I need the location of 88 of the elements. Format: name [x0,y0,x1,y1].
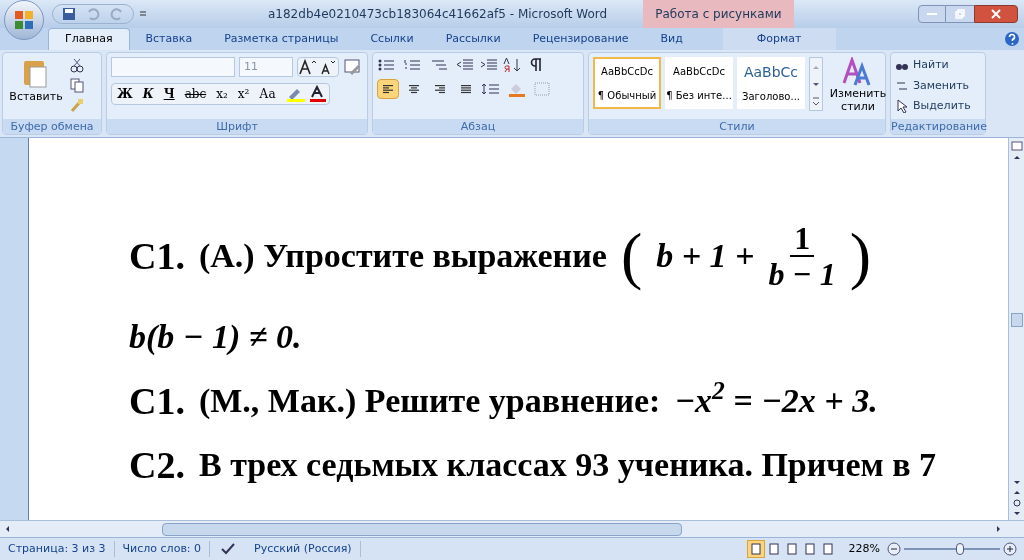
office-button[interactable] [4,0,44,40]
ribbon-tab[interactable]: Вид [644,28,699,50]
style-tile[interactable]: AaBbCcDc ¶ Без инте... [665,57,733,109]
browse-object-icon[interactable] [1011,498,1022,508]
font-name-field[interactable] [111,57,235,77]
style-tile[interactable]: AaBbCcDc ¶ Обычный [593,57,661,109]
problem-text: В трех седьмых классах 93 ученика. Причем в 7 [198,445,937,485]
ribbon-tab[interactable]: Вставка [129,28,209,50]
problem-text: (А.) Упростите выражение [198,236,607,276]
problem-text: (М., Мак.) Решите уравнение: [198,381,661,421]
select-button[interactable]: Выделить [895,98,971,115]
ribbon-tab[interactable]: Формат [722,28,836,50]
format-button[interactable]: Аа [254,84,281,104]
zoom-in-icon[interactable] [1002,541,1018,557]
change-styles-button[interactable]: Изменить стили [827,57,889,113]
group-label: Шрифт [107,119,367,134]
ribbon-tab[interactable]: Разметка страницы [208,28,355,50]
page-icon [750,543,761,555]
language-status[interactable]: Русский (Россия) [246,540,361,558]
zoom-out-icon[interactable] [886,541,902,557]
group-label: Абзац [373,119,583,134]
shrink-font-icon[interactable] [318,58,338,76]
style-tile[interactable]: AaBbCc Заголово... [737,57,805,109]
eraser-icon[interactable] [343,58,363,76]
zoom-slider[interactable] [904,543,1000,555]
close-button[interactable] [974,5,1018,23]
ruler-icon[interactable] [1010,140,1023,152]
logo-icon [14,10,34,30]
horizontal-scrollbar[interactable] [0,520,1024,537]
ribbon-tab[interactable]: Рецензирование [516,28,645,50]
problem-number: С1. [129,235,185,277]
parenthesis: ) [849,219,872,293]
brush-icon[interactable] [69,97,85,113]
math-expression: b + 1 + [656,236,755,276]
group-label: Стили [589,119,885,134]
sort-icon[interactable] [503,57,523,73]
math-expression: −x$^{2}$ = −2x + 3. [674,380,878,421]
page-count[interactable]: Страница: 3 из 3 [0,540,115,558]
context-group-title: Работа с рисунками [643,0,794,28]
math-expression: b(b − 1) ≠ 0. [129,317,302,357]
ribbon-tab[interactable]: Ссылки [354,28,430,50]
paste-button[interactable]: Вставить [7,57,65,119]
grow-font-icon[interactable] [298,58,318,76]
page-icon [804,543,815,555]
scroll-thumb[interactable] [162,522,682,536]
align-icon [434,84,446,94]
word-count[interactable]: Число слов: 0 [114,540,211,558]
proofing-icon[interactable] [220,541,237,557]
zoom-thumb[interactable] [955,543,964,555]
group-label: Редактирование [891,119,985,134]
window-title: a182db4e0210473cb183064c41662af5 - Microsoft Word [268,6,608,23]
vertical-scrollbar[interactable] [1008,138,1024,520]
format-button[interactable]: Ж [112,84,138,104]
decrease-indent-icon[interactable] [455,57,475,73]
cursor-icon [895,99,909,114]
page-icon [786,543,797,555]
align-icon [408,84,420,94]
align-icon [460,84,472,94]
group-label: Буфер обмена [3,119,101,134]
format-button[interactable]: abc [179,84,212,104]
problem-number: С2. [129,444,185,486]
zoom-level[interactable]: 228% [848,540,880,558]
parenthesis: ( [620,219,643,293]
close-icon [991,9,1001,19]
restore-icon [955,9,965,19]
minimize-button[interactable] [918,5,946,23]
ribbon-tab[interactable]: Рассылки [429,28,517,50]
format-button[interactable]: x² [232,84,255,104]
find-button[interactable]: Найти [895,57,971,74]
copy-icon[interactable] [69,77,85,93]
scissors-icon[interactable] [69,57,85,73]
minimize-icon [927,12,937,16]
fraction: 1 b − 1 [768,221,836,291]
replace-button[interactable]: Заменить [895,77,971,94]
format-button[interactable]: x₂ [211,84,233,104]
page-icon [822,543,833,555]
save-icon[interactable] [61,6,77,22]
format-button[interactable]: Ч [158,84,180,104]
scroll-thumb[interactable] [1010,313,1023,327]
align-button[interactable] [377,79,399,99]
restore-button[interactable] [946,5,974,23]
page-icon [768,543,779,555]
help-icon[interactable] [1004,31,1020,47]
problem-number: С1. [129,380,185,422]
ribbon-tab[interactable]: Главная [48,28,130,50]
align-icon [382,84,394,94]
view-button[interactable] [746,540,765,558]
format-button[interactable]: К [137,84,159,104]
